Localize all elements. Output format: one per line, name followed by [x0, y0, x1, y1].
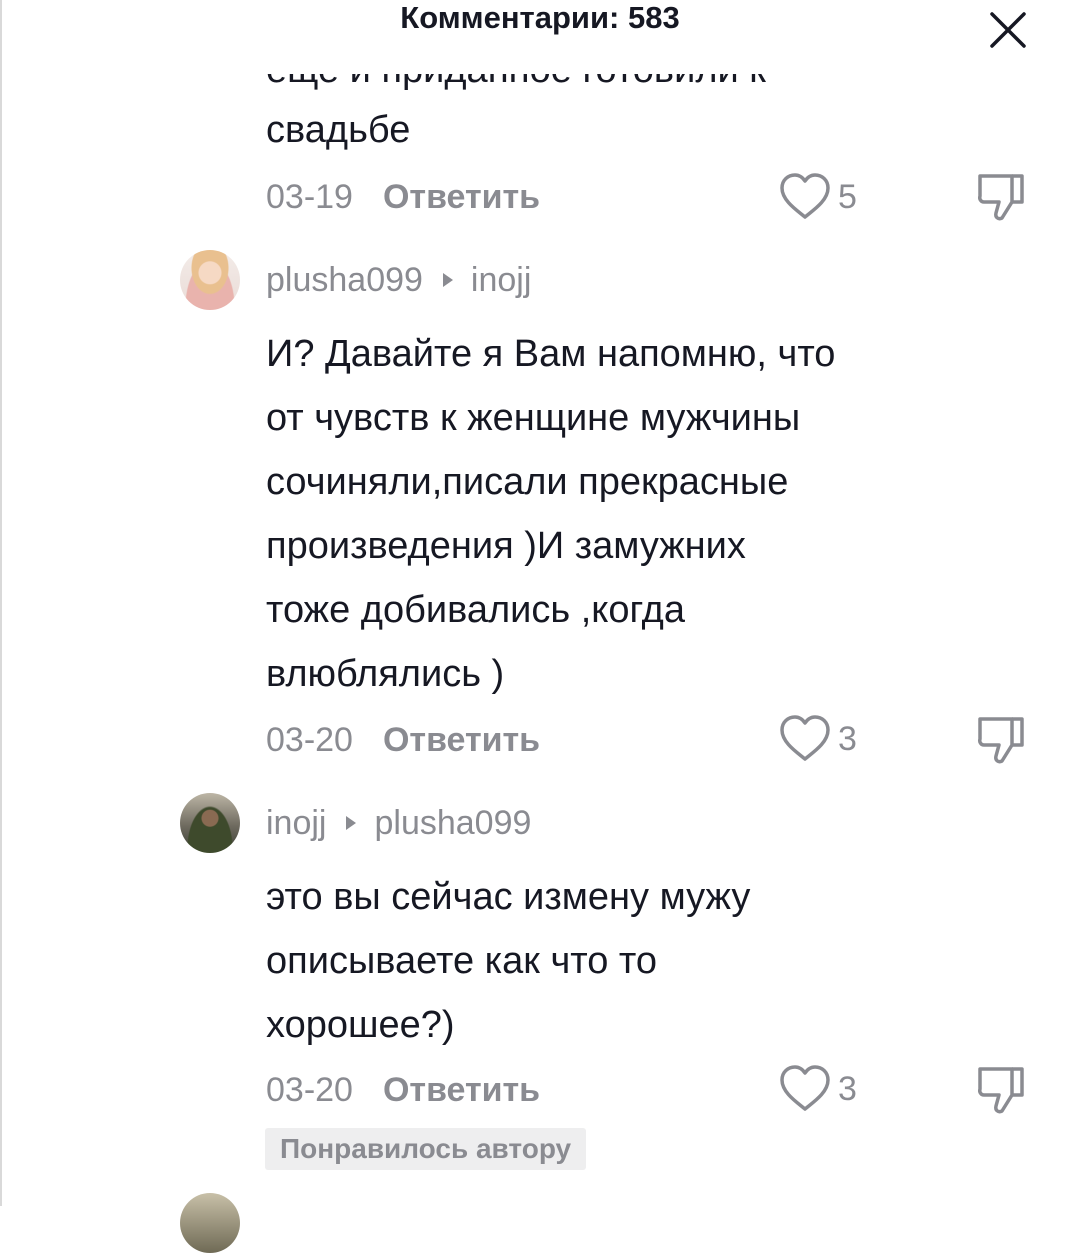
comment-date: 03-20 — [266, 720, 353, 759]
comment-author-row: inojj plusha099 — [266, 801, 531, 845]
like-button[interactable]: 3 — [778, 713, 857, 765]
comment-text-line: еще и приданное готовили к — [266, 49, 766, 91]
comment-text-line: И? Давайте я Вам напомню, что — [266, 333, 836, 375]
comment-text-line: от чувств к женщине мужчины — [266, 397, 801, 439]
like-count: 3 — [838, 1069, 857, 1108]
comment-text-line: тоже добивались ,когда — [266, 589, 685, 631]
comment-meta: 03-19 Ответить — [266, 175, 540, 219]
comment-author[interactable]: plusha099 — [266, 261, 423, 300]
like-count: 3 — [838, 719, 857, 758]
close-button[interactable] — [986, 8, 1030, 52]
heart-outline-icon — [780, 1065, 830, 1111]
reply-to-user[interactable]: inojj — [471, 261, 531, 300]
reply-arrow-icon — [346, 816, 357, 830]
like-count: 5 — [838, 177, 857, 216]
comment-text-line: влюблялись ) — [266, 653, 505, 695]
comment-text-line: хорошее?) — [266, 1004, 455, 1046]
reply-arrow-icon — [442, 273, 453, 287]
reply-button[interactable]: Ответить — [383, 721, 540, 760]
comment-date: 03-19 — [266, 177, 353, 216]
reply-button[interactable]: Ответить — [383, 1071, 540, 1110]
heart-outline-icon — [780, 715, 830, 761]
liked-by-creator-badge: Понравилось автору — [265, 1128, 587, 1170]
comment-text-line: сочиняли,писали прекрасные — [266, 461, 789, 503]
comment-text-line: свадьбе — [266, 109, 411, 151]
comment-text-line: произведения )И замужних — [266, 525, 746, 567]
avatar[interactable] — [180, 793, 240, 853]
thumbs-down-icon — [978, 717, 1024, 764]
comment-text-line: описываете как что то — [266, 940, 658, 982]
avatar[interactable] — [180, 250, 240, 310]
comment-meta: 03-20 Ответить — [266, 1068, 540, 1112]
comment-author[interactable]: inojj — [266, 804, 326, 843]
dislike-button[interactable] — [974, 168, 1028, 224]
like-button[interactable]: 5 — [778, 171, 857, 223]
close-icon — [990, 12, 1026, 48]
comment-text-line: это вы сейчас измену мужу — [266, 876, 751, 918]
reply-to-user[interactable]: plusha099 — [374, 804, 531, 843]
thumbs-down-icon — [978, 1067, 1024, 1114]
dislike-button[interactable] — [974, 1061, 1028, 1117]
comment-meta: 03-20 Ответить — [266, 718, 540, 762]
left-edge-divider — [0, 0, 2, 1206]
comment-author-row: plusha099 inojj — [266, 258, 531, 302]
like-button[interactable]: 3 — [778, 1063, 857, 1115]
heart-outline-icon — [780, 173, 830, 219]
dislike-button[interactable] — [974, 711, 1028, 767]
comment-date: 03-20 — [266, 1070, 353, 1109]
avatar[interactable] — [180, 1193, 240, 1253]
comments-header-title: Комментарии: 583 — [400, 0, 680, 35]
thumbs-down-icon — [978, 174, 1024, 221]
reply-button[interactable]: Ответить — [383, 178, 540, 217]
